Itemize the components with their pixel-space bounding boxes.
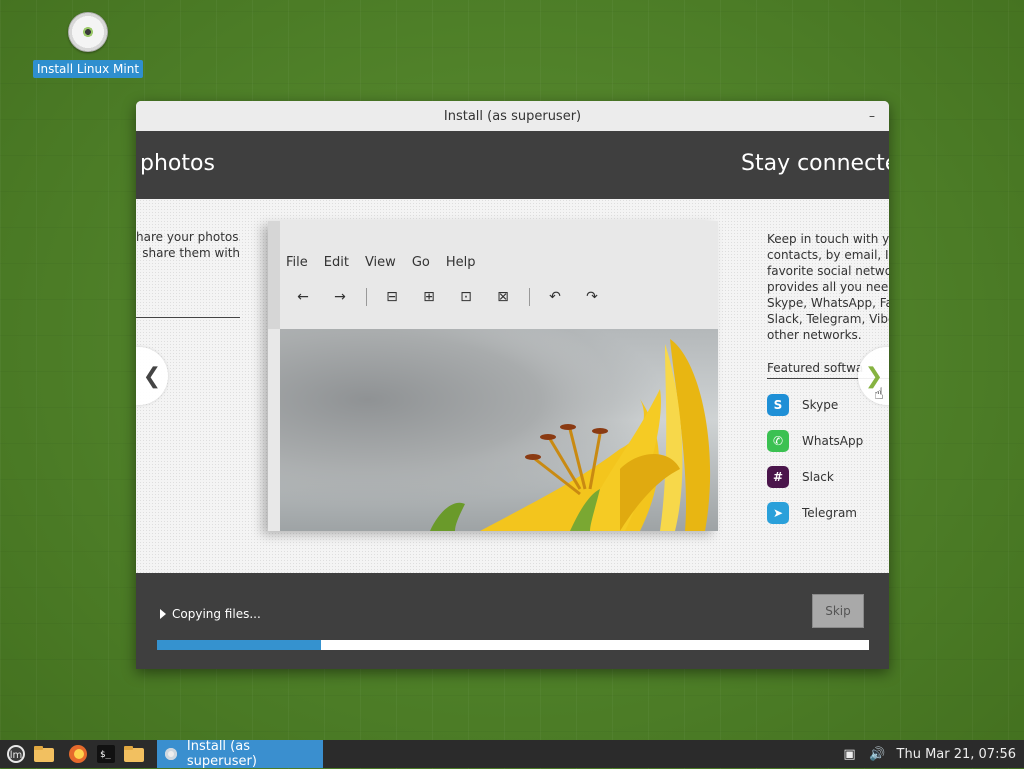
featured-apps-list: S Skype ✆ WhatsApp # Slack ➤ Telegram	[767, 387, 889, 531]
files-icon[interactable]	[123, 743, 145, 765]
left-slide-text: hare your photos. share them with	[136, 229, 240, 261]
skype-icon: S	[767, 394, 789, 416]
zoom-in-icon: ⊞	[423, 289, 435, 305]
chevron-left-icon: ❮	[142, 363, 162, 389]
menu-help: Help	[445, 255, 476, 270]
text-line: other networks.	[767, 328, 862, 342]
menu-go: Go	[411, 255, 430, 270]
telegram-icon: ➤	[767, 502, 789, 524]
divider	[136, 317, 240, 318]
taskbar: lm $_ Install (as superuser) ▣ 🔊 Thu Mar…	[0, 739, 1024, 769]
status-expander[interactable]: Copying files...	[160, 607, 261, 621]
disc-icon	[68, 12, 108, 52]
text-line: Skype, WhatsApp, Face	[767, 296, 889, 310]
install-progress-panel: Copying files... Skip	[136, 573, 889, 669]
installer-icon	[165, 748, 177, 760]
zoom-fit-icon: ⊠	[497, 289, 509, 305]
svg-text:$_: $_	[100, 750, 111, 760]
separator	[366, 288, 367, 306]
svg-text:lm: lm	[10, 750, 23, 761]
taskbar-item-installer[interactable]: Install (as superuser)	[157, 739, 323, 769]
list-item: ➤ Telegram	[767, 495, 889, 531]
install-linux-mint-desktop-icon[interactable]: Install Linux Mint	[31, 12, 145, 78]
lily-photo	[280, 329, 718, 531]
preview-tools: ← → ⊟ ⊞ ⊡ ⊠ ↶ ↷	[280, 288, 718, 306]
mint-menu-icon[interactable]: lm	[5, 743, 27, 765]
expander-triangle-icon	[160, 609, 166, 619]
whatsapp-icon: ✆	[767, 430, 789, 452]
rotate-left-icon: ↶	[549, 289, 561, 305]
text-line: Keep in touch with you	[767, 232, 889, 246]
previous-slide-button[interactable]: ❮	[136, 347, 168, 405]
preview-toolbar: File Edit View Go Help ← → ⊟ ⊞ ⊡ ⊠ ↶ ↷	[268, 221, 718, 329]
window-title: Install (as superuser)	[443, 108, 582, 124]
slide-header: photos Stay connecte	[136, 131, 889, 199]
lily-flower-image	[430, 339, 711, 531]
clock[interactable]: Thu Mar 21, 07:56	[897, 747, 1016, 762]
forward-arrow-icon: →	[334, 289, 346, 305]
firefox-icon[interactable]	[67, 743, 89, 765]
text-line: Slack, Telegram, Viber,	[767, 312, 889, 326]
list-item: # Slack	[767, 459, 889, 495]
volume-icon[interactable]: 🔊	[869, 747, 887, 762]
display-icon[interactable]: ▣	[841, 747, 859, 762]
app-name: Slack	[802, 470, 834, 484]
menu-file: File	[286, 255, 308, 270]
terminal-icon[interactable]: $_	[95, 743, 117, 765]
app-name: WhatsApp	[802, 434, 864, 448]
app-name: Skype	[802, 398, 839, 412]
hand-cursor-icon: ☝	[874, 384, 884, 403]
menu-view: View	[364, 255, 396, 270]
rotate-right-icon: ↷	[586, 289, 598, 305]
folder-icon[interactable]	[33, 743, 55, 765]
slack-icon: #	[767, 466, 789, 488]
zoom-out-icon: ⊟	[386, 289, 398, 305]
back-arrow-icon: ←	[297, 289, 309, 305]
preview-menu-bar: File Edit View Go Help	[280, 221, 718, 270]
text-line: favorite social network	[767, 264, 889, 278]
system-tray: ▣ 🔊 Thu Mar 21, 07:56	[841, 740, 1016, 768]
text-line: share them with	[142, 246, 240, 260]
slide-title-photos: photos	[140, 151, 215, 176]
separator	[529, 288, 530, 306]
menu-edit: Edit	[323, 255, 349, 270]
skip-button[interactable]: Skip	[812, 594, 864, 628]
slide-title-stay-connected: Stay connecte	[741, 151, 889, 176]
progress-bar	[157, 640, 869, 650]
text-line: hare your photos.	[136, 230, 240, 244]
slideshow: photos Stay connecte hare your photos. s…	[136, 131, 889, 573]
zoom-normal-icon: ⊡	[460, 289, 472, 305]
slide-body: hare your photos. share them with File E…	[136, 199, 889, 573]
right-slide-text: Keep in touch with you contacts, by emai…	[767, 231, 889, 343]
minimize-button[interactable]: –	[863, 107, 881, 125]
title-bar[interactable]: Install (as superuser) –	[136, 101, 889, 132]
app-name: Telegram	[802, 506, 857, 520]
progress-fill	[157, 640, 321, 650]
status-text: Copying files...	[172, 607, 261, 621]
text-line: provides all you need t	[767, 280, 889, 294]
installer-window: Install (as superuser) – photos Stay con…	[136, 101, 889, 669]
image-viewer-preview: File Edit View Go Help ← → ⊟ ⊞ ⊡ ⊠ ↶ ↷	[268, 221, 718, 531]
list-item: ✆ WhatsApp	[767, 423, 889, 459]
desktop-icon-label: Install Linux Mint	[32, 60, 144, 78]
taskbar-item-label: Install (as superuser)	[186, 739, 257, 769]
text-line: contacts, by email, IRC	[767, 248, 889, 262]
